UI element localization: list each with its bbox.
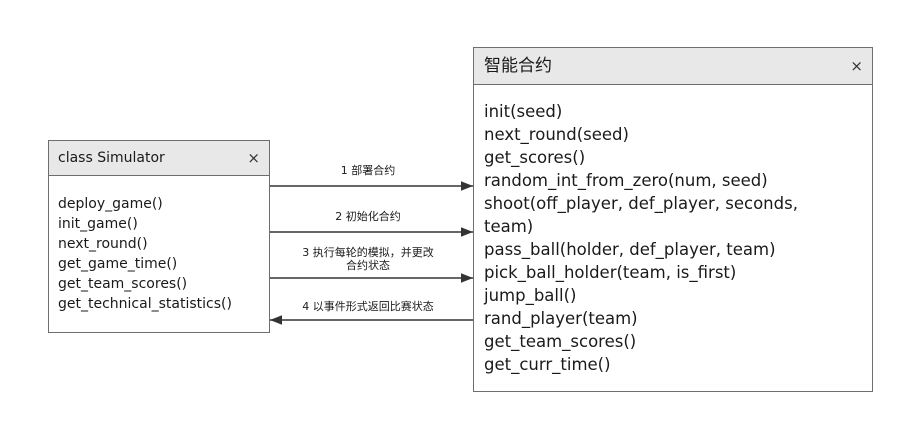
method-item: get_team_scores(): [484, 332, 637, 351]
message-label-3-line2: 合约状态: [346, 259, 390, 272]
method-item: next_round(): [58, 236, 148, 252]
simulator-method-list: deploy_game() init_game() next_round() g…: [58, 194, 232, 314]
method-item: init(seed): [484, 102, 563, 121]
contract-method-list: init(seed) next_round(seed) get_scores()…: [484, 100, 798, 376]
simulator-class-box: class Simulator × deploy_game() init_gam…: [48, 140, 270, 333]
method-item: next_round(seed): [484, 125, 629, 144]
message-label-1: 1 部署合约: [340, 164, 396, 177]
message-label-3-line1: 3 执行每轮的模拟，并更改: [302, 246, 434, 259]
simulator-header: class Simulator ×: [49, 141, 269, 176]
method-item: rand_player(team): [484, 309, 638, 328]
method-item: get_team_scores(): [58, 276, 188, 292]
method-item: team): [484, 217, 534, 236]
smart-contract-box: 智能合约 × init(seed) next_round(seed) get_s…: [473, 47, 873, 392]
method-item: init_game(): [58, 216, 138, 232]
simulator-title: class Simulator: [58, 150, 165, 166]
method-item: random_int_from_zero(num, seed): [484, 171, 768, 190]
method-item: pick_ball_holder(team, is_first): [484, 263, 737, 282]
method-item: get_scores(): [484, 148, 586, 167]
contract-header: 智能合约 ×: [474, 48, 872, 85]
message-label-4: 4 以事件形式返回比赛状态: [302, 300, 434, 313]
method-item: get_technical_statistics(): [58, 296, 232, 312]
contract-close-icon[interactable]: ×: [850, 48, 863, 84]
contract-title: 智能合约: [484, 56, 552, 76]
simulator-close-icon[interactable]: ×: [247, 141, 260, 175]
method-item: get_curr_time(): [484, 355, 611, 374]
method-item: jump_ball(): [484, 286, 577, 305]
method-item: deploy_game(): [58, 196, 163, 212]
message-label-2: 2 初始化合约: [335, 210, 401, 223]
method-item: shoot(off_player, def_player, seconds,: [484, 194, 798, 213]
method-item: get_game_time(): [58, 256, 178, 272]
method-item: pass_ball(holder, def_player, team): [484, 240, 776, 259]
message-label-3: 3 执行每轮的模拟，并更改 合约状态: [270, 246, 466, 272]
